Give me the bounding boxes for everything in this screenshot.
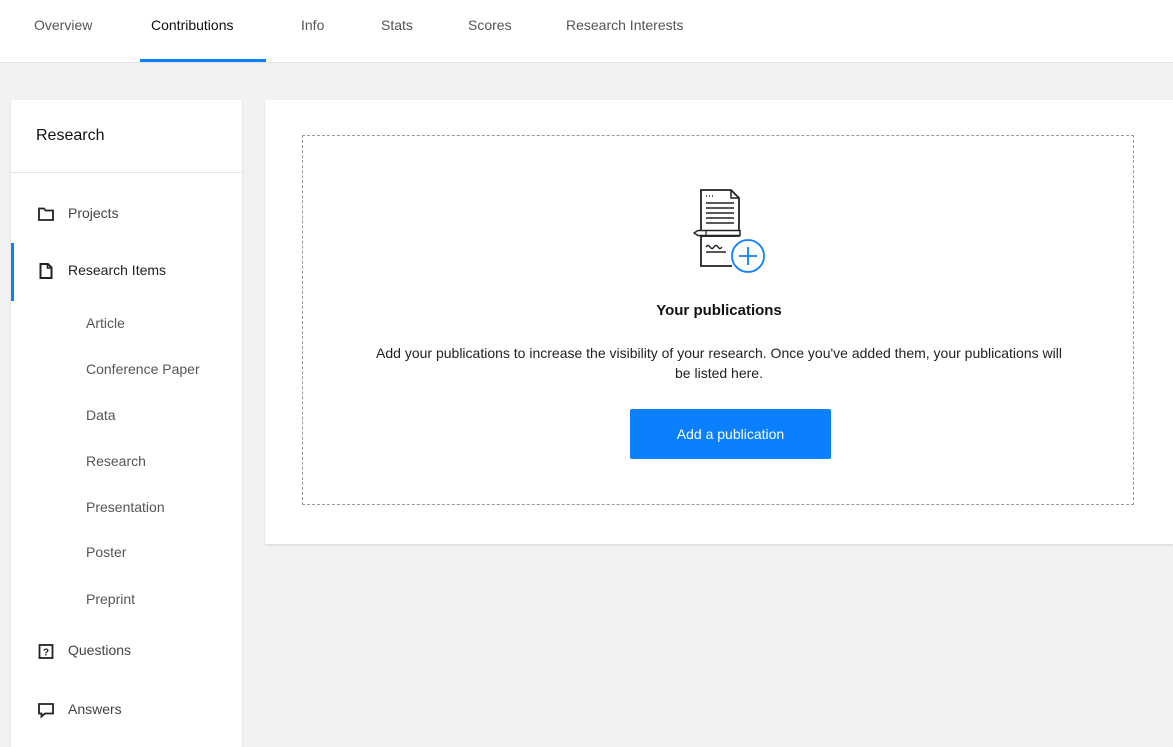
sidebar-item-projects[interactable]: Projects <box>11 194 242 234</box>
sidebar-title: Research <box>36 127 105 144</box>
tab-info[interactable]: Info <box>301 0 324 62</box>
svg-text:?: ? <box>43 648 49 659</box>
subitem-preprint[interactable]: Preprint <box>86 589 135 609</box>
subitem-research[interactable]: Research <box>86 451 146 471</box>
sidebar-item-questions[interactable]: ? Questions <box>11 631 242 671</box>
folder-icon <box>37 205 55 223</box>
sidebar-item-label: Projects <box>68 205 119 221</box>
question-box-icon: ? <box>37 642 55 660</box>
subitem-presentation[interactable]: Presentation <box>86 497 165 517</box>
tab-scores[interactable]: Scores <box>468 0 512 62</box>
tab-stats[interactable]: Stats <box>381 0 413 62</box>
tab-research-interests[interactable]: Research Interests <box>566 0 684 62</box>
publications-card: Your publications Add your publications … <box>265 100 1173 544</box>
subitem-poster[interactable]: Poster <box>86 542 126 562</box>
add-publication-button[interactable]: Add a publication <box>630 409 831 459</box>
subitem-data[interactable]: Data <box>86 405 116 425</box>
active-tab-indicator <box>140 59 266 62</box>
empty-state: Your publications Add your publications … <box>302 135 1134 505</box>
sidebar-header: Research <box>11 100 242 173</box>
sidebar-item-label: Research Items <box>68 262 167 278</box>
subitem-article[interactable]: Article <box>86 313 125 333</box>
speech-bubble-icon <box>37 701 55 719</box>
document-icon <box>37 262 55 280</box>
sidebar-item-label: Answers <box>68 701 122 717</box>
sidebar-item-label: Questions <box>68 642 132 658</box>
tab-contributions[interactable]: Contributions <box>151 0 234 62</box>
sidebar-item-answers[interactable]: Answers <box>11 690 242 730</box>
research-sidebar: Research Projects Research Items Article… <box>11 100 242 747</box>
publication-add-icon <box>688 186 784 276</box>
empty-state-description: Add your publications to increase the vi… <box>376 345 1062 381</box>
tab-overview[interactable]: Overview <box>34 0 92 62</box>
subitem-conference-paper[interactable]: Conference Paper <box>86 359 200 379</box>
empty-state-title: Your publications <box>656 302 782 319</box>
sidebar-item-research-items[interactable]: Research Items <box>11 251 242 291</box>
profile-tab-bar: Overview Contributions Info Stats Scores… <box>0 0 1173 63</box>
